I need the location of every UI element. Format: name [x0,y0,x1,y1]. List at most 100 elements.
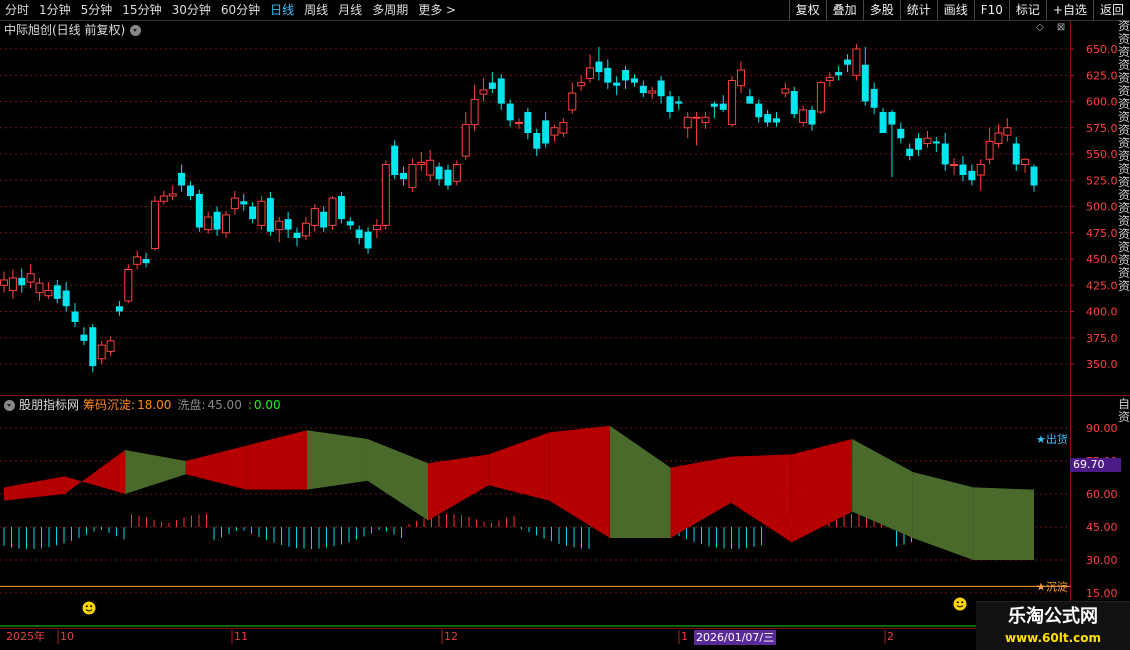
candle-body [897,128,905,139]
candle-body [150,200,159,249]
candle-body [755,103,763,118]
candle-body [142,259,150,264]
candle-body [115,306,123,312]
candle-body [790,91,798,115]
candle-body [470,98,479,126]
candle-body [861,64,869,102]
candle-body [906,148,914,157]
candle-body [293,232,301,238]
candle-body [284,219,292,230]
candle-body [923,137,932,144]
price-tick-label: 525.0 [1086,174,1118,187]
candle-body [710,103,718,107]
candle-body [542,120,550,144]
candle-body [71,311,79,322]
candle-body [124,269,133,302]
smiley-eye [956,601,959,604]
date-label: 10 [60,630,74,643]
price-tick-label: 575.0 [1086,122,1118,135]
candle-body [888,112,896,125]
date-axis: 2025年 10 11 12 1 2026/01/07/三 2 [0,630,1130,650]
candle-body [559,122,568,134]
candle-body [346,221,354,226]
candle-body [1003,127,1012,136]
candle-body [666,96,674,112]
site-watermark: 乐淘公式网 www.60lt.com [976,601,1130,650]
candle-body [89,327,97,367]
candle-body [675,101,683,104]
param3-value: 0.00 [253,398,281,412]
candle-body [728,80,737,126]
param3-label: : [247,398,252,412]
cursor-date: 2026/01/07/三 [694,630,777,645]
price-tick-label: 475.0 [1086,227,1118,240]
candle-body [44,290,53,297]
candle-body [639,85,647,94]
watermark-title: 乐淘公式网 [1008,606,1098,627]
indicator-band-segment [4,476,65,501]
candle-body [381,164,390,226]
candle-body [515,122,523,124]
candle-body [364,231,372,249]
candle-body [444,169,452,186]
candle-body [692,116,701,119]
candle-body [1030,166,1038,186]
param1-label: 筹码沉淀: [83,398,136,412]
candle-body [701,116,710,123]
candle-body [1021,158,1030,165]
candle-body [97,344,106,360]
candle-body [337,196,345,220]
candle-body [310,208,319,226]
chevron-down-icon[interactable] [4,400,15,411]
candle-body [133,256,142,265]
candle-body [764,114,772,123]
indicator-title: 股朋指标网 筹码沉淀: 18.00 洗盘: 45.00 : 0.00 [4,398,281,413]
watermark-url: www.60lt.com [1004,631,1102,645]
candle-body [8,277,17,291]
indicator-band-segment [367,439,429,521]
candle-body [870,88,878,108]
candle-body [613,82,621,86]
candle-body [773,118,780,123]
candle-body [657,80,665,97]
candle-body [799,109,808,124]
smiley-eye [961,601,964,604]
date-label: 12 [444,630,458,643]
price-tick-label: 550.0 [1086,148,1118,161]
candle-body [852,48,861,76]
candle-body [435,166,443,180]
smiley-eye [85,605,88,608]
kline-chart[interactable]: 650.0 625.0 600.0 575.0 550.0 525.0 500.0 475.0… [0,0,1130,650]
candle-body [994,132,1003,144]
param2-value: 45.00 [207,398,242,412]
candle-body [533,133,541,149]
candle-body [844,59,852,65]
indicator-band-segment [670,456,732,538]
candle-body [178,172,186,186]
candle-body [488,82,496,89]
candle-body [249,206,257,220]
side-info-column-2: 自资 [1118,398,1130,422]
price-tick-label: 450.0 [1086,253,1118,266]
date-label: 11 [234,630,248,643]
param2-label: 洗盘: [177,398,206,412]
indicator-band-segment [912,472,974,560]
smiley-icon [953,597,967,611]
candle-body [204,216,213,231]
cursor-value: 69.70 [1070,458,1121,472]
candle-body [195,193,203,228]
candle-body [186,185,194,196]
indicator-band-segment [488,432,550,501]
candle-body [577,82,586,87]
candle-body [257,200,266,226]
price-tick-label: 350.0 [1086,358,1118,371]
candle-body [825,76,834,81]
indicator-tick-label: 15.00 [1086,587,1118,600]
candle-body [595,61,603,73]
candle-body [301,222,310,237]
candle-body [497,78,505,104]
date-label: 2025年 [6,630,45,643]
candle-body [80,334,88,341]
indicator-band-segment [306,430,368,490]
candle-body [461,124,470,157]
